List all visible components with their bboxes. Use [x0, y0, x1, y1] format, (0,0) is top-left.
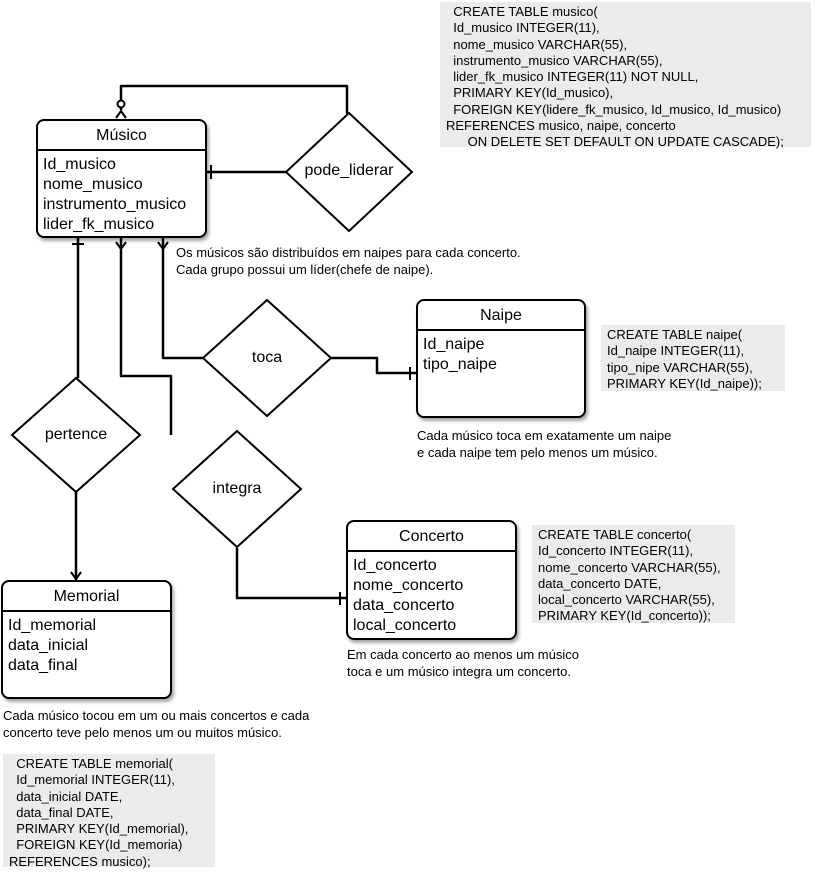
entity-memorial[interactable]: Memorial Id_memorial data_inicial data_f… [1, 580, 172, 699]
entity-naipe[interactable]: Naipe Id_naipe tipo_naipe [416, 299, 586, 418]
attribute: local_concerto [353, 617, 457, 634]
relationship-label-toca: toca [251, 349, 283, 366]
entity-title: Concerto [348, 522, 515, 552]
attribute: tipo_naipe [423, 356, 497, 373]
attribute-list: Id_musico nome_musico instrumento_musico… [38, 151, 205, 235]
sql-create-musico: CREATE TABLE musico( Id_musico INTEGER(1… [440, 2, 811, 149]
note-toca: Cada músico toca em exatamente um naipe … [417, 428, 672, 460]
attribute: lider_fk_musico [43, 216, 155, 233]
attribute: nome_musico [43, 176, 143, 193]
attribute: instrumento_musico [43, 196, 187, 213]
entity-title: Naipe [418, 301, 584, 331]
sql-create-concerto: CREATE TABLE concerto( Id_concerto INTEG… [532, 525, 735, 623]
optional-circle-musico-top [116, 99, 126, 109]
sql-create-naipe: CREATE TABLE naipe( Id_naipe INTEGER(11)… [601, 325, 785, 391]
attribute: Id_naipe [423, 336, 485, 353]
attribute-list: Id_naipe tipo_naipe [418, 331, 584, 375]
relationship-label-pode-liderar: pode_liderar [304, 162, 394, 179]
note-naipes: Os músicos são distribuídos em naipes pa… [176, 245, 521, 277]
attribute: Id_concerto [353, 557, 437, 574]
connector-pode-liderar-top [119, 84, 349, 114]
attribute: data_final [8, 657, 78, 674]
sql-create-memorial: CREATE TABLE memorial( Id_memorial INTEG… [3, 754, 215, 869]
attribute: data_inicial [8, 637, 89, 654]
attribute-list: Id_memorial data_inicial data_final [3, 612, 170, 676]
note-memorial: Cada músico tocou em um ou mais concerto… [3, 708, 310, 740]
connector-integra-concerto [235, 548, 346, 600]
entity-concerto[interactable]: Concerto Id_concerto nome_concerto data_… [346, 520, 517, 640]
relationship-label-integra: integra [212, 480, 262, 497]
note-integra: Em cada concerto ao menos um músico toca… [347, 647, 579, 679]
entity-title: Músico [38, 121, 205, 151]
attribute: nome_concerto [353, 577, 464, 594]
crow-foot-musico-top [115, 109, 127, 119]
attribute-list: Id_concerto nome_concerto data_concerto … [348, 552, 515, 636]
attribute: data_concerto [353, 597, 455, 614]
attribute: Id_musico [43, 156, 116, 173]
entity-musico[interactable]: Músico Id_musico nome_musico instrumento… [36, 119, 207, 238]
connector-toca-naipe [331, 356, 416, 375]
entity-title: Memorial [3, 582, 170, 612]
attribute: Id_memorial [8, 617, 97, 634]
relationship-label-pertence: pertence [44, 426, 108, 443]
